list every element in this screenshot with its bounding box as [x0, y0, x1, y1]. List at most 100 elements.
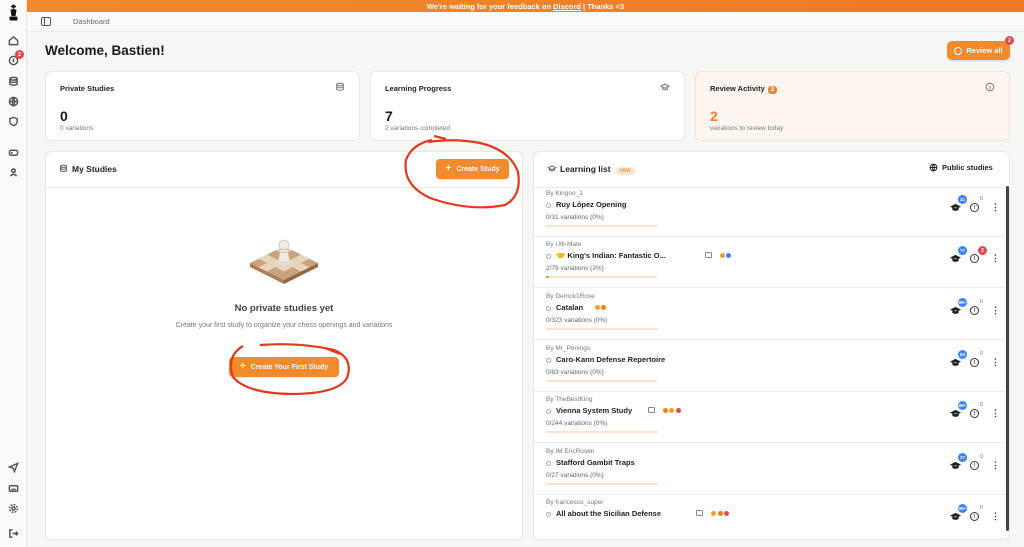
color-dot — [601, 305, 607, 310]
color-dot — [669, 408, 675, 413]
graduation-cap-icon[interactable] — [949, 461, 962, 470]
stat-title-text: Review Activity — [710, 84, 765, 93]
chess-king-logo-icon[interactable] — [6, 4, 21, 22]
study-name[interactable]: 🤝 King's Indian: Fantastic O... — [556, 251, 666, 260]
shield-icon[interactable] — [7, 115, 20, 128]
learning-list-row[interactable]: By IM EricRosen Stafford Gambit Traps 0/27… — [534, 444, 1009, 495]
info-icon — [985, 82, 995, 92]
create-first-study-button[interactable]: + Create Your First Study — [229, 357, 339, 377]
more-options-icon[interactable]: ⋮ — [991, 203, 1000, 212]
more-options-icon[interactable]: ⋮ — [991, 409, 1000, 418]
private-studies-card: Private Studies 0 0 variations — [45, 71, 360, 141]
study-name[interactable]: Vienna System Study — [556, 406, 632, 415]
users-icon[interactable] — [7, 166, 20, 179]
progress-bar — [546, 483, 658, 485]
more-options-icon[interactable]: ⋮ — [991, 306, 1000, 315]
review-info-icon[interactable]: ! — [970, 461, 979, 470]
study-author: By IM EricRosen — [546, 448, 595, 455]
color-dots — [662, 408, 681, 413]
learning-list-row[interactable]: By TheBestKing Vienna System Study 0/244 v… — [534, 392, 1009, 443]
study-author: By Ulti-Mate — [546, 241, 582, 248]
select-radio[interactable] — [546, 512, 551, 517]
graduation-cap-icon[interactable] — [949, 254, 962, 263]
logout-icon[interactable] — [7, 527, 20, 540]
breadcrumb[interactable]: Dashboard — [73, 17, 110, 26]
graduation-cap-icon[interactable] — [949, 306, 962, 315]
book-icon — [647, 407, 655, 413]
settings-icon[interactable] — [7, 502, 20, 515]
review-all-button[interactable]: Review all — [947, 41, 1010, 60]
learning-list-row[interactable]: By Mr_Penings Caro-Kann Defense Repertoir… — [534, 341, 1009, 392]
stat-title: Learning Progress — [385, 84, 452, 93]
color-dots — [594, 305, 607, 310]
study-name[interactable]: Ruy López Opening — [556, 200, 626, 209]
color-dot — [719, 253, 725, 258]
study-name[interactable]: All about the Sicilian Defense — [556, 509, 661, 518]
graduation-cap-icon[interactable] — [949, 409, 962, 418]
learn-count-badge: 77 — [958, 246, 967, 255]
scrollbar[interactable] — [1006, 186, 1009, 531]
create-study-button[interactable]: + Create Study — [436, 159, 509, 179]
review-all-badge: 2 — [1005, 36, 1014, 45]
select-radio[interactable] — [546, 358, 551, 363]
public-studies-label: Public studies — [942, 163, 993, 172]
more-options-icon[interactable]: ⋮ — [991, 254, 1000, 263]
database-icon[interactable] — [7, 75, 20, 88]
graduation-cap-icon[interactable] — [949, 512, 962, 521]
select-radio[interactable] — [546, 461, 551, 466]
globe-icon[interactable] — [7, 95, 20, 108]
learning-list-row[interactable]: By Kingoo_1 Ruy López Opening 0/31 variati… — [534, 186, 1009, 237]
topbar: Dashboard — [27, 12, 1024, 32]
progress-bar — [546, 225, 658, 227]
sidebar-notification-badge: 2 — [15, 50, 24, 59]
select-radio[interactable] — [546, 306, 551, 311]
color-dot — [724, 511, 729, 516]
select-radio[interactable] — [546, 203, 551, 208]
graduation-cap-icon[interactable] — [949, 203, 962, 212]
send-icon[interactable] — [7, 461, 20, 474]
more-options-icon[interactable]: ⋮ — [991, 358, 1000, 367]
select-radio[interactable] — [546, 409, 551, 414]
learning-list-row[interactable]: By Ulti-Mate 🤝 King's Indian: Fantastic O… — [534, 237, 1009, 288]
study-name[interactable]: Catalan — [556, 303, 583, 312]
home-icon[interactable] — [7, 34, 20, 47]
review-count: 0 — [980, 196, 984, 202]
discord-link[interactable]: Discord — [553, 2, 581, 11]
stat-sub: 0 variations — [60, 125, 94, 132]
color-dot — [726, 253, 732, 258]
create-study-label: Create Study — [456, 165, 500, 173]
color-dot — [662, 408, 668, 413]
color-dot — [711, 511, 716, 516]
stat-value: 2 — [710, 108, 718, 124]
toggle-sidebar-icon[interactable] — [41, 17, 51, 26]
public-studies-link[interactable]: Public studies — [929, 163, 993, 172]
graduation-cap-icon[interactable] — [949, 358, 962, 367]
study-author: By TheBestKing — [546, 396, 593, 403]
more-options-icon[interactable]: ⋮ — [991, 461, 1000, 470]
learning-list-title: Learning list new — [560, 164, 635, 175]
more-options-icon[interactable]: ⋮ — [991, 512, 1000, 521]
review-info-icon[interactable]: ! — [970, 203, 979, 212]
gamepad-icon[interactable] — [7, 146, 20, 159]
study-name[interactable]: Stafford Gambit Traps — [556, 458, 635, 467]
review-activity-card[interactable]: Review Activity 2 2 variations to review … — [695, 71, 1010, 141]
feedback-banner: We're waiting for your feedback on Disco… — [27, 0, 1024, 12]
learning-list-row[interactable]: By Derrick1Rose Catalan 0/323 variations (… — [534, 289, 1009, 340]
review-activity-badge: 2 — [767, 86, 778, 94]
my-studies-title: My Studies — [72, 164, 117, 174]
study-name[interactable]: Caro-Kann Defense Repertoire — [556, 355, 665, 364]
review-info-icon[interactable]: ! — [970, 358, 979, 367]
review-info-icon[interactable]: ! — [970, 512, 979, 521]
review-info-icon[interactable]: ! — [970, 306, 979, 315]
color-dots — [711, 511, 729, 516]
select-radio[interactable] — [546, 254, 551, 259]
empty-state-description: Create your first study to organize your… — [175, 322, 393, 329]
review-info-icon — [954, 46, 963, 55]
keyboard-icon[interactable] — [7, 482, 20, 495]
globe-icon — [929, 163, 938, 172]
progress-bar — [546, 380, 658, 382]
review-count-badge: 2 — [978, 246, 987, 255]
review-info-icon[interactable]: ! — [970, 254, 979, 263]
learning-list-row[interactable]: By francesco_super All about the Sicilian… — [534, 495, 1009, 546]
review-info-icon[interactable]: ! — [970, 409, 979, 418]
